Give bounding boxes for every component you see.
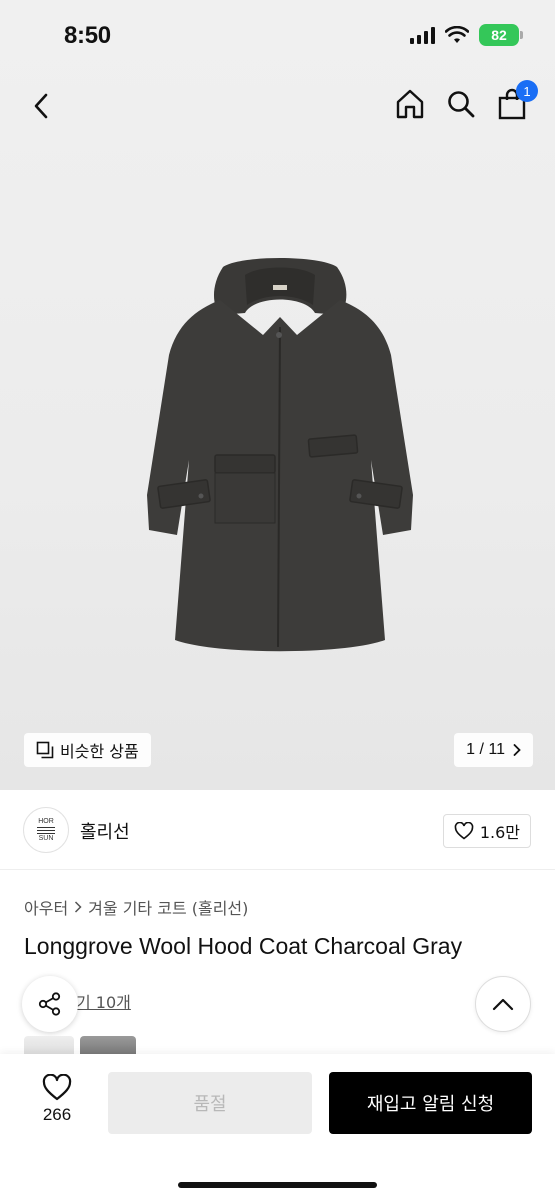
gallery-page-indicator[interactable]: 1 / 11 (454, 733, 533, 767)
color-option-thumbnail[interactable] (80, 1036, 136, 1056)
color-option-thumbnail[interactable] (24, 1036, 74, 1056)
cart-button[interactable]: 1 (492, 80, 538, 124)
breadcrumb-item[interactable]: 겨울 기타 코트 (홀리선) (88, 895, 248, 919)
brand-logo-line-1: HOR (38, 817, 54, 825)
brand-name[interactable]: 홀리선 (80, 818, 130, 844)
chevron-up-icon (492, 998, 514, 1011)
share-icon (38, 992, 61, 1016)
page-indicator-text: 1 / 11 (466, 741, 505, 758)
home-button[interactable] (390, 84, 430, 124)
back-button[interactable] (22, 86, 62, 126)
search-button[interactable] (441, 84, 481, 124)
heart-icon (454, 822, 474, 840)
chevron-right-icon (75, 901, 82, 913)
wifi-icon (445, 26, 469, 43)
status-bar: 8:50 82 (0, 0, 555, 72)
review-link[interactable]: 기 10개 (76, 989, 131, 1013)
home-indicator (178, 1182, 377, 1188)
product-image-area[interactable]: 8:50 82 1 비슷한 상품 1 / 11 (0, 0, 555, 790)
similar-items-button[interactable]: 비슷한 상품 (24, 733, 151, 767)
battery-level: 82 (491, 27, 507, 43)
bottom-action-bar: 266 품절 재입고 알림 신청 (0, 1054, 555, 1200)
wishlist-button[interactable]: 266 (24, 1074, 90, 1140)
scroll-to-top-button[interactable] (475, 976, 531, 1032)
product-image-coat (145, 255, 415, 660)
wishlist-count: 266 (42, 1105, 72, 1124)
share-button[interactable] (22, 976, 78, 1032)
status-time: 8:50 (64, 22, 111, 49)
soldout-button[interactable]: 품절 (108, 1072, 312, 1134)
brand-like-button[interactable]: 1.6만 (442, 814, 531, 848)
breadcrumb-item[interactable]: 아우터 (24, 895, 68, 919)
product-title: Longgrove Wool Hood Coat Charcoal Gray (24, 933, 463, 959)
brand-logo[interactable]: HOR SUN (23, 807, 69, 853)
restock-alert-button[interactable]: 재입고 알림 신청 (329, 1072, 532, 1134)
similar-items-icon (36, 741, 54, 759)
heart-icon (42, 1074, 72, 1101)
brand-logo-line-2: SUN (38, 834, 54, 842)
battery-indicator: 82 (479, 24, 523, 46)
brand-like-count: 1.6만 (479, 823, 520, 842)
chevron-left-icon (34, 93, 48, 119)
brand-row: HOR SUN 홀리선 1.6만 (0, 790, 555, 870)
status-indicators: 82 (410, 24, 523, 46)
search-icon (448, 91, 475, 118)
breadcrumb: 아우터 겨울 기타 코트 (홀리선) (24, 895, 248, 919)
chevron-right-icon (513, 744, 521, 756)
top-nav: 1 (0, 78, 555, 134)
home-icon (396, 89, 424, 119)
cart-count-badge: 1 (516, 80, 538, 102)
similar-items-label: 비슷한 상품 (60, 742, 139, 761)
cellular-signal-icon (410, 26, 435, 44)
